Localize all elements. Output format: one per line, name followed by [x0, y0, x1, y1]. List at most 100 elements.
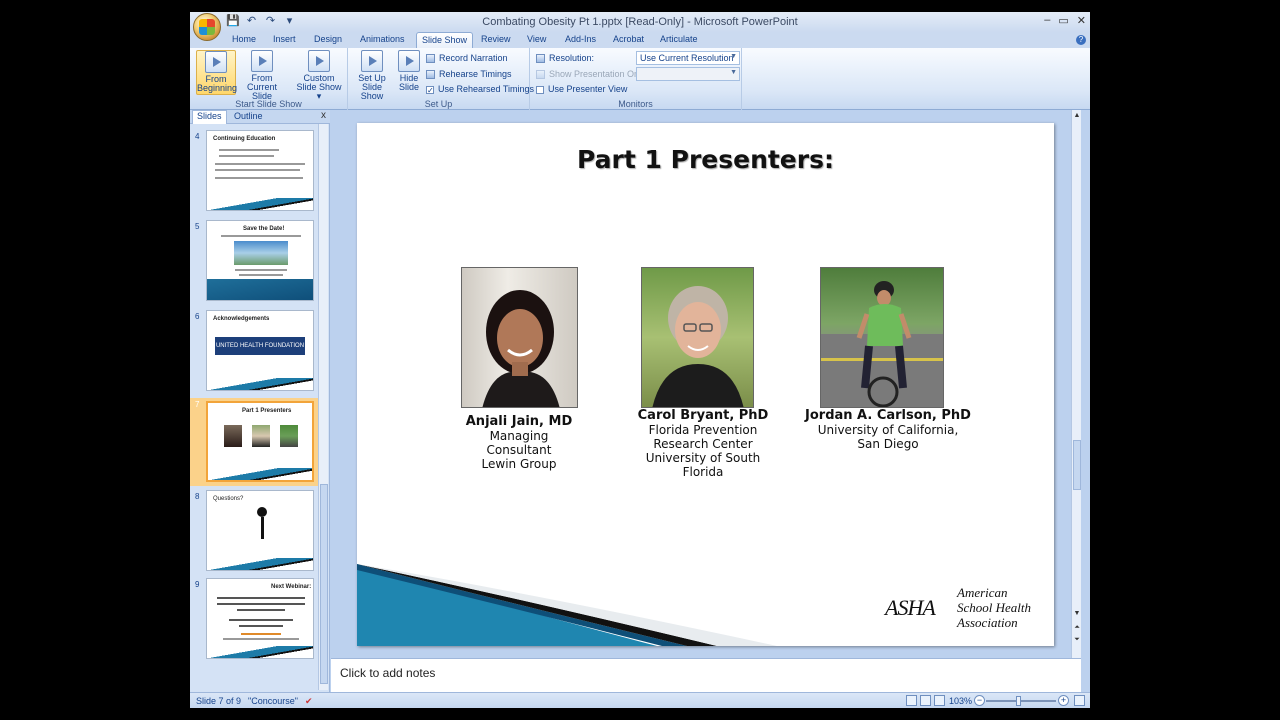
spell-check-icon[interactable]: ✔ — [305, 696, 313, 707]
tab-slide-show[interactable]: Slide Show — [416, 32, 474, 48]
tab-outline[interactable]: Outline — [230, 111, 267, 121]
powerpoint-window: 💾 ↶ ↷ ▾ Combating Obesity Pt 1.pptx [Rea… — [190, 12, 1090, 708]
thumb-image: Save the Date! — [206, 220, 314, 301]
tab-home[interactable]: Home — [232, 34, 256, 44]
current-slide[interactable]: Part 1 Presenters: Anjali Jain, MD Manag… — [357, 123, 1054, 646]
custom-slide-show-button[interactable]: Custom Slide Show ▾ — [293, 50, 345, 101]
resolution-label-text: Resolution: — [549, 53, 595, 63]
thumb-text-line — [215, 177, 303, 179]
thumb-photo — [234, 241, 288, 265]
record-narration-button[interactable]: Record Narration — [426, 53, 508, 64]
current-slide-icon — [251, 50, 273, 72]
tab-review[interactable]: Review — [481, 34, 511, 44]
slide-thumbnail-6[interactable]: 6 Acknowledgements UNITED HEALTH FOUNDAT… — [190, 310, 318, 394]
rehearse-timings-button[interactable]: Rehearse Timings — [426, 69, 512, 80]
presenter-detail: University of California, — [817, 423, 959, 437]
presenter-name: Jordan A. Carlson, PhD — [805, 408, 971, 423]
thumb-text-line — [219, 155, 274, 157]
normal-view-icon[interactable] — [906, 695, 917, 706]
presenter-photo-2[interactable] — [641, 267, 754, 408]
tab-insert[interactable]: Insert — [273, 34, 296, 44]
tab-add-ins[interactable]: Add-Ins — [565, 34, 596, 44]
scroll-up-icon[interactable]: ▲ — [1072, 112, 1082, 119]
hide-slide-button[interactable]: Hide Slide — [396, 50, 422, 92]
title-bar: 💾 ↶ ↷ ▾ Combating Obesity Pt 1.pptx [Rea… — [190, 12, 1090, 41]
thumb-number: 8 — [195, 492, 200, 501]
thumb-figure-head — [257, 507, 267, 517]
thumb-photo — [224, 425, 242, 447]
slide-thumbnail-4[interactable]: 4 Continuing Education — [190, 130, 318, 214]
thumb-number: 7 — [195, 400, 200, 409]
zoom-in-icon[interactable]: + — [1058, 695, 1069, 706]
resolution-dropdown[interactable]: Use Current Resolution ▼ — [636, 51, 740, 65]
scroll-down-icon[interactable]: ▼ — [1072, 610, 1082, 617]
from-current-slide-button[interactable]: From Current Slide — [237, 50, 287, 101]
tab-articulate[interactable]: Articulate — [660, 34, 698, 44]
from-beginning-label-2: Beginning — [197, 83, 238, 93]
presenter-photo-3[interactable] — [820, 267, 944, 408]
thumb-photo — [252, 425, 270, 447]
thumb-swoosh — [207, 378, 313, 390]
tab-design[interactable]: Design — [314, 34, 342, 44]
previous-slide-icon[interactable]: ⏶ — [1072, 624, 1082, 632]
presenter-view-label: Use Presenter View — [548, 84, 628, 94]
thumb-text-line — [215, 169, 300, 171]
maximize-button[interactable]: ▭ — [1058, 14, 1068, 27]
zoom-out-icon[interactable]: − — [974, 695, 985, 706]
slide-thumbnail-5[interactable]: 5 Save the Date! — [190, 220, 318, 304]
thumb-image: Acknowledgements UNITED HEALTH FOUNDATIO… — [206, 310, 314, 391]
slide-thumbnail-9[interactable]: 9 Next Webinar: — [190, 578, 318, 662]
panel-scrollbar[interactable] — [318, 124, 328, 690]
zoom-level[interactable]: 103% — [949, 696, 972, 706]
presenter-1: Anjali Jain, MD Managing Consultant Lewi… — [439, 414, 599, 471]
office-button[interactable] — [193, 13, 221, 41]
slides-panel: Slides Outline x 4 Continuing Education … — [190, 110, 330, 692]
from-beginning-button[interactable]: From Beginning — [196, 50, 238, 95]
close-button[interactable]: ✕ — [1077, 14, 1086, 27]
tab-animations[interactable]: Animations — [360, 34, 405, 44]
slide-show-view-icon[interactable] — [934, 695, 945, 706]
thumb-number: 6 — [195, 312, 200, 321]
slide-thumbnail-7-selected[interactable]: 7 Part 1 Presenters — [190, 398, 318, 486]
slide-scroll-thumb[interactable] — [1073, 440, 1081, 490]
panel-scroll-thumb[interactable] — [320, 484, 328, 684]
tab-view[interactable]: View — [527, 34, 546, 44]
slide-title[interactable]: Part 1 Presenters: — [357, 145, 1054, 174]
thumb-text-line — [217, 603, 305, 605]
zoom-slider-knob[interactable] — [1016, 696, 1021, 706]
presenter-detail: Consultant — [486, 443, 552, 457]
tab-acrobat[interactable]: Acrobat — [613, 34, 644, 44]
notes-pane[interactable]: Click to add notes — [331, 658, 1081, 692]
use-rehearsed-timings-checkbox[interactable]: ✓ Use Rehearsed Timings — [426, 84, 534, 94]
minimize-button[interactable]: – — [1044, 14, 1050, 27]
help-icon[interactable]: ? — [1076, 35, 1086, 45]
slide-editing-area: Part 1 Presenters: Anjali Jain, MD Manag… — [331, 110, 1081, 658]
stopwatch-icon — [426, 70, 435, 80]
presenter-photo-1[interactable] — [461, 267, 578, 408]
zoom-slider[interactable] — [986, 700, 1056, 702]
thumb-text-line — [241, 633, 281, 635]
hide-label-2: Slide — [398, 82, 419, 92]
use-presenter-view-checkbox[interactable]: Use Presenter View — [536, 84, 627, 94]
slide-vertical-scrollbar[interactable]: ▲ ▼ ⏶ ⏷ — [1071, 110, 1081, 658]
set-up-slide-show-button[interactable]: Set Up Slide Show — [350, 50, 394, 101]
slide-thumbnail-8[interactable]: 8 Questions? — [190, 490, 318, 574]
notes-placeholder[interactable]: Click to add notes — [340, 666, 435, 680]
slide-sorter-view-icon[interactable] — [920, 695, 931, 706]
group-label-start: Start Slide Show — [235, 99, 302, 109]
display-icon — [536, 70, 545, 80]
window-title: Combating Obesity Pt 1.pptx [Read-Only] … — [482, 16, 798, 28]
slide-count: Slide 7 of 9 — [196, 696, 242, 706]
thumb-text-line — [239, 625, 283, 627]
group-start-slide-show: From Beginning From Current Slide Custom… — [190, 48, 348, 110]
next-slide-icon[interactable]: ⏷ — [1072, 636, 1082, 644]
group-set-up: Set Up Slide Show Hide Slide Record Narr… — [348, 48, 534, 110]
cyclist-icon — [821, 281, 943, 407]
presenter-detail: San Diego — [857, 437, 919, 451]
fit-to-window-icon[interactable] — [1074, 695, 1085, 706]
presenter-detail: Research Center — [653, 437, 753, 451]
close-panel-icon[interactable]: x — [321, 110, 326, 121]
tab-slides[interactable]: Slides — [192, 110, 227, 124]
show-presentation-on-dropdown[interactable]: ▼ — [636, 67, 740, 81]
thumb-banner: UNITED HEALTH FOUNDATION — [215, 337, 305, 355]
